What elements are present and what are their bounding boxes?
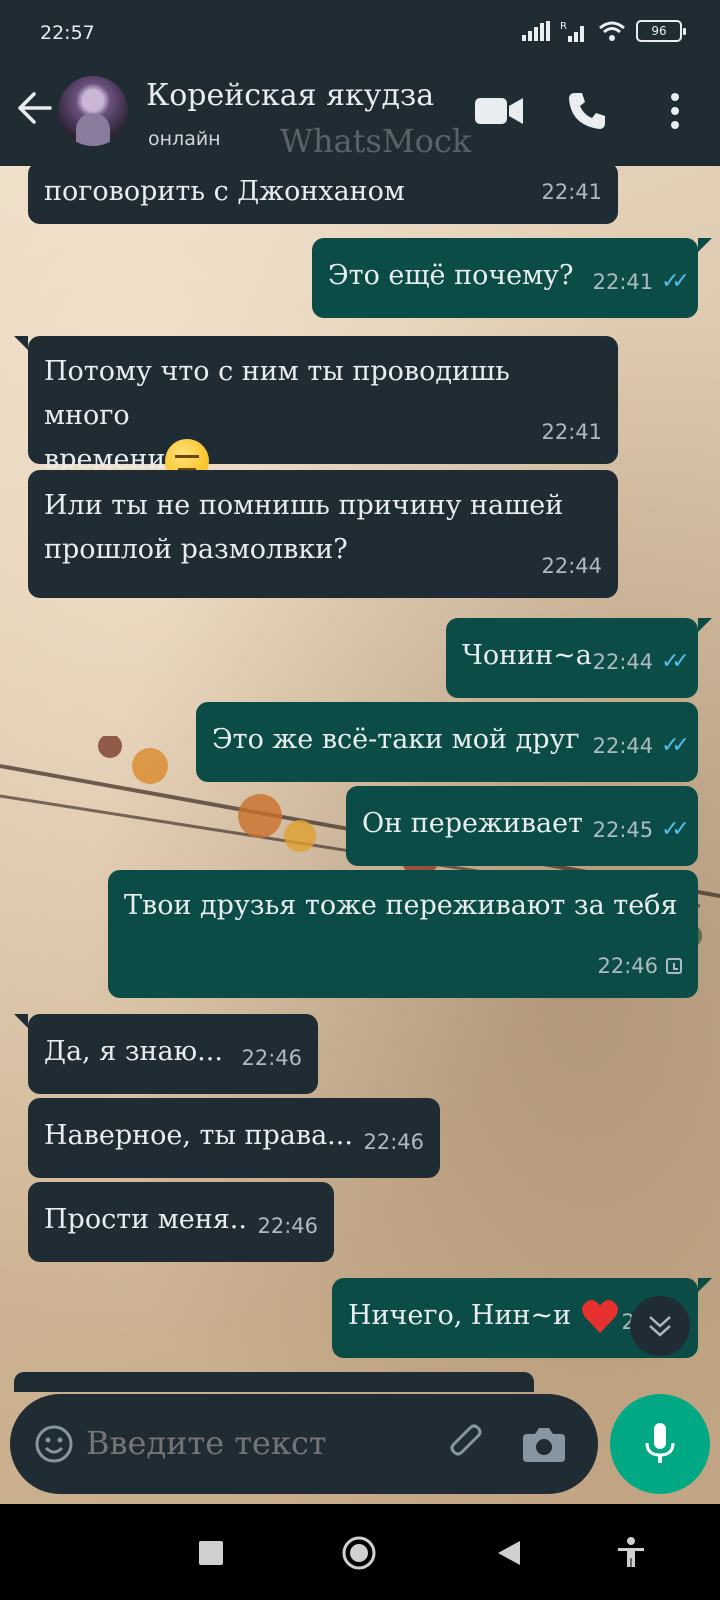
chat-header: Корейская якудза онлайн WhatsMock	[0, 56, 720, 166]
message-text: Это же всё-таки мой друг	[212, 724, 580, 755]
wifi-icon	[599, 21, 625, 41]
home-circle-icon	[342, 1536, 376, 1570]
message-time: 22:41	[592, 270, 654, 294]
status-icons: R 96	[522, 20, 686, 42]
paperclip-icon	[450, 1424, 482, 1456]
message-time: 22:41	[541, 420, 602, 444]
back-button[interactable]	[488, 1532, 530, 1574]
message-meta: 22:41 ✓✓	[592, 260, 690, 304]
phone-icon	[569, 93, 605, 129]
message-composer	[10, 1394, 598, 1494]
voice-message-button[interactable]	[610, 1394, 710, 1494]
microphone-icon	[645, 1423, 675, 1463]
read-receipt-icon: ✓✓	[661, 269, 690, 294]
battery-icon: 96	[636, 20, 686, 42]
system-navigation-bar	[0, 1504, 720, 1600]
message-incoming[interactable]: Наверное, ты права... 22:46	[28, 1098, 440, 1178]
message-time: 22:46	[241, 1046, 302, 1070]
message-outgoing[interactable]: Он переживает 22:45 ✓✓	[346, 786, 698, 866]
message-incoming[interactable]: Потому что с ним ты проводишь много врем…	[14, 336, 618, 483]
read-receipt-icon: ✓✓	[661, 733, 690, 758]
message-meta: 22:44	[541, 544, 602, 588]
accessibility-button[interactable]	[610, 1532, 652, 1574]
message-time: 22:44	[592, 734, 654, 758]
message-incoming-partial	[14, 1372, 534, 1392]
message-time: 22:45	[592, 818, 654, 842]
message-meta: 22:45 ✓✓	[592, 808, 690, 852]
voice-call-button[interactable]	[562, 86, 612, 136]
message-meta: 22:41	[541, 170, 602, 214]
read-receipt-icon: ✓✓	[661, 817, 690, 842]
chat-area[interactable]: поговорить с Джонханом 22:41 Это ещё поч…	[0, 166, 720, 1504]
message-outgoing[interactable]: Твои друзья тоже переживают за тебя 22:4…	[108, 870, 698, 998]
camera-button[interactable]	[522, 1422, 566, 1466]
message-meta: 22:46	[363, 1120, 424, 1164]
pending-clock-icon	[666, 958, 682, 974]
video-call-button[interactable]	[474, 86, 524, 136]
message-text: Наверное, ты права...	[44, 1120, 353, 1151]
message-outgoing[interactable]: Это же всё-таки мой друг 22:44 ✓✓	[196, 702, 698, 782]
message-incoming[interactable]: Да, я знаю... 22:46	[14, 1014, 318, 1094]
message-time: 22:46	[257, 1214, 318, 1238]
message-text: Потому что с ним ты проводишь много врем…	[44, 356, 510, 475]
status-bar: 22:57 R 96	[0, 0, 720, 56]
message-incoming[interactable]: Или ты не помнишь причину нашей прошлой …	[28, 470, 618, 598]
video-camera-icon	[475, 98, 523, 124]
signal-roaming-icon: R	[560, 21, 584, 42]
message-meta: 22:46	[241, 1036, 302, 1080]
message-time: 22:44	[592, 650, 654, 674]
square-icon	[199, 1541, 223, 1565]
attach-button[interactable]	[446, 1422, 490, 1466]
message-meta: 22:46	[257, 1204, 318, 1248]
message-time: 22:46	[363, 1130, 424, 1154]
watermark: WhatsMock	[280, 122, 472, 160]
message-incoming[interactable]: поговорить с Джонханом 22:41	[28, 166, 618, 224]
message-text: Или ты не помнишь причину нашей прошлой …	[44, 490, 564, 565]
signal-icon	[522, 21, 550, 41]
message-text: Прости меня..	[44, 1204, 247, 1235]
message-time: 22:46	[597, 954, 658, 978]
battery-level: 96	[651, 24, 667, 38]
message-text: Чонин~а	[462, 640, 592, 671]
triangle-back-icon	[498, 1541, 520, 1565]
message-outgoing[interactable]: Это ещё почему? 22:41 ✓✓	[312, 238, 712, 318]
svg-text:R: R	[560, 21, 567, 32]
back-arrow-icon[interactable]	[14, 88, 54, 128]
message-text: Ничего, Нин~и	[348, 1300, 572, 1331]
message-text: Да, я знаю...	[44, 1036, 223, 1067]
recent-apps-button[interactable]	[190, 1532, 232, 1574]
accessibility-icon	[618, 1537, 644, 1567]
avatar[interactable]	[58, 76, 128, 146]
message-text: поговорить с Джонханом	[44, 176, 405, 207]
message-meta: 22:44 ✓✓	[592, 724, 690, 768]
message-outgoing[interactable]: Чонин~а 22:44 ✓✓	[446, 618, 712, 698]
message-text: Это ещё почему?	[328, 260, 574, 291]
emoji-icon	[35, 1425, 73, 1463]
more-options-button[interactable]	[650, 86, 700, 136]
red-heart-emoji-icon	[581, 1299, 618, 1333]
scroll-to-bottom-button[interactable]	[630, 1296, 690, 1356]
message-incoming[interactable]: Прости меня.. 22:46	[28, 1182, 334, 1262]
message-time: 22:41	[541, 180, 602, 204]
more-vertical-icon	[671, 93, 679, 129]
status-time: 22:57	[40, 22, 95, 44]
message-meta: 22:41	[541, 410, 602, 454]
camera-icon	[523, 1428, 565, 1462]
message-input[interactable]	[86, 1424, 426, 1462]
contact-name[interactable]: Корейская якудза	[146, 78, 434, 113]
message-meta: 22:46	[597, 944, 682, 988]
message-text: Твои друзья тоже переживают за тебя	[124, 890, 678, 921]
contact-status: онлайн	[148, 128, 221, 150]
emoji-button[interactable]	[32, 1422, 76, 1466]
home-button[interactable]	[338, 1532, 380, 1574]
chevron-double-down-icon	[649, 1316, 671, 1337]
message-meta: 22:44 ✓✓	[592, 640, 690, 684]
read-receipt-icon: ✓✓	[661, 649, 690, 674]
message-text: Он переживает	[362, 808, 583, 839]
message-time: 22:44	[541, 554, 602, 578]
